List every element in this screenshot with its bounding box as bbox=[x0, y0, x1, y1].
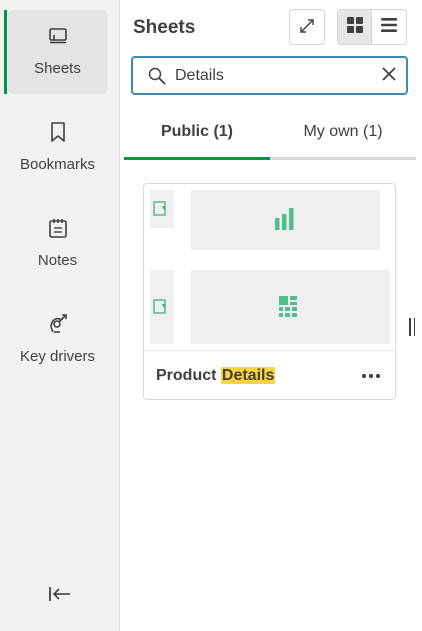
tab-public[interactable]: Public (1) bbox=[124, 107, 270, 160]
key-drivers-icon bbox=[46, 312, 70, 336]
rail-item-bookmarks[interactable]: Bookmarks bbox=[8, 106, 107, 190]
more-options-icon bbox=[361, 366, 381, 384]
left-nav-rail: Sheets Bookmarks Notes Key drivers bbox=[0, 0, 120, 631]
thumbnail-table-tile bbox=[191, 270, 390, 344]
rail-item-label: Bookmarks bbox=[19, 156, 96, 173]
grid-view-icon bbox=[346, 16, 364, 39]
expand-icon bbox=[298, 17, 316, 38]
treemap-icon bbox=[279, 296, 297, 317]
collapse-panel-icon bbox=[48, 586, 72, 607]
rail-item-key-drivers[interactable]: Key drivers bbox=[8, 298, 107, 382]
sheet-icon bbox=[46, 24, 70, 48]
sheet-more-button[interactable] bbox=[359, 364, 383, 386]
active-indicator bbox=[4, 10, 7, 94]
rail-item-label: Key drivers bbox=[19, 348, 96, 365]
thumbnail-chart-tile bbox=[191, 190, 380, 250]
bookmark-icon bbox=[46, 120, 70, 144]
search-icon bbox=[139, 66, 175, 86]
resize-grip-line bbox=[409, 318, 411, 336]
card-divider bbox=[144, 350, 395, 351]
search-input[interactable] bbox=[175, 66, 375, 85]
notes-icon bbox=[46, 216, 70, 240]
panel-resize-handle[interactable] bbox=[409, 318, 415, 336]
filter-pane-icon bbox=[153, 201, 166, 216]
rail-item-label: Notes bbox=[37, 252, 78, 269]
sheet-tabs: Public (1) My own (1) bbox=[124, 107, 416, 160]
view-mode-toggle bbox=[337, 9, 407, 45]
list-view-icon bbox=[380, 17, 398, 38]
sheet-title-prefix: Product bbox=[156, 367, 221, 384]
clear-search-button[interactable] bbox=[380, 66, 398, 86]
filter-pane-icon bbox=[153, 299, 166, 314]
sheet-title: Product Details bbox=[156, 367, 276, 385]
rail-item-label: Sheets bbox=[34, 60, 81, 77]
tab-my-own[interactable]: My own (1) bbox=[270, 107, 416, 157]
search-box bbox=[131, 56, 408, 95]
rail-item-sheets[interactable]: Sheets bbox=[8, 10, 107, 94]
close-icon bbox=[382, 66, 396, 86]
grid-view-button[interactable] bbox=[338, 10, 373, 44]
sheet-thumbnail bbox=[150, 190, 391, 350]
sheet-card[interactable]: Product Details bbox=[143, 183, 396, 400]
panel-title: Sheets bbox=[133, 17, 196, 38]
search-match-highlight: Details bbox=[220, 367, 276, 384]
list-view-button[interactable] bbox=[372, 10, 406, 44]
thumbnail-filter-pane bbox=[150, 270, 174, 344]
bar-chart-icon bbox=[275, 208, 294, 230]
collapse-panel-button[interactable] bbox=[46, 584, 74, 608]
expand-button[interactable] bbox=[289, 9, 325, 45]
resize-grip-line bbox=[413, 318, 415, 336]
rail-item-notes[interactable]: Notes bbox=[8, 202, 107, 286]
thumbnail-filter-pane bbox=[150, 190, 174, 228]
